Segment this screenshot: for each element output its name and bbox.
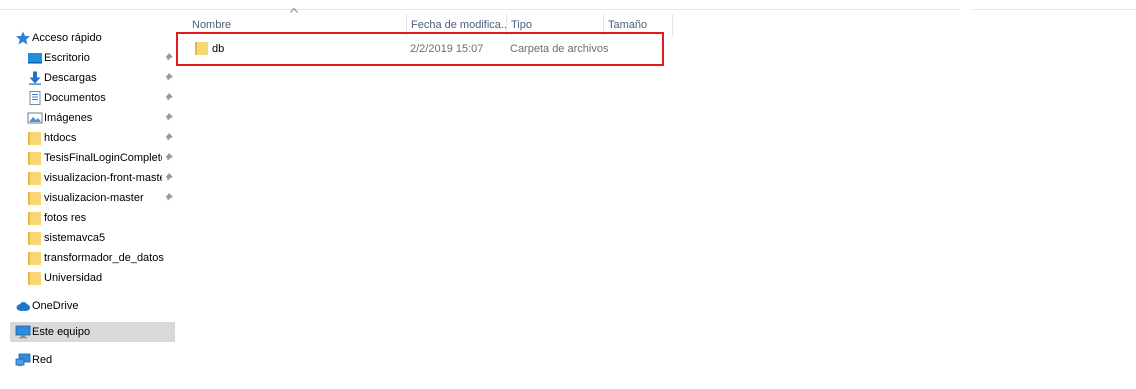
file-type: Carpeta de archivos bbox=[510, 43, 609, 55]
pin-icon[interactable] bbox=[162, 92, 174, 104]
nav-item-documentos[interactable]: Documentos bbox=[10, 88, 175, 108]
folder-icon bbox=[195, 42, 208, 55]
nav-network-label: Red bbox=[32, 354, 53, 366]
star-icon bbox=[16, 31, 30, 45]
nav-item-sistemavca5[interactable]: sistemavca5 bbox=[10, 228, 175, 248]
nav-onedrive-label: OneDrive bbox=[32, 300, 79, 312]
nav-item-label: TesisFinalLoginComplete bbox=[44, 152, 162, 164]
column-divider[interactable] bbox=[672, 14, 673, 36]
column-header-size[interactable]: Tamaño bbox=[604, 17, 672, 33]
desktop-icon bbox=[28, 53, 42, 64]
nav-item-label: fotos res bbox=[44, 212, 87, 224]
column-header-name[interactable]: Nombre bbox=[188, 17, 406, 33]
nav-quick-access[interactable]: Acceso rápido bbox=[10, 28, 175, 48]
nav-item-label: transformador_de_datos bbox=[44, 252, 164, 264]
nav-item-universidad[interactable]: Universidad bbox=[10, 268, 175, 288]
folder-icon bbox=[28, 212, 41, 225]
file-modified: 2/2/2019 15:07 bbox=[410, 43, 484, 55]
computer-icon bbox=[15, 325, 31, 339]
pin-icon[interactable] bbox=[162, 112, 174, 124]
nav-item-label: Documentos bbox=[44, 92, 106, 104]
nav-item-htdocs[interactable]: htdocs bbox=[10, 128, 175, 148]
documents-icon bbox=[29, 91, 41, 105]
nav-item-label: htdocs bbox=[44, 132, 77, 144]
cloud-icon bbox=[16, 302, 30, 311]
nav-quick-access-label: Acceso rápido bbox=[32, 32, 102, 44]
folder-icon bbox=[28, 252, 41, 265]
folder-icon bbox=[28, 132, 41, 145]
folder-icon bbox=[28, 232, 41, 245]
navigation-pane: Acceso rápido Escritorio Descargas Docum… bbox=[0, 0, 176, 389]
pin-icon[interactable] bbox=[162, 132, 174, 144]
pictures-icon bbox=[27, 112, 43, 124]
nav-item-descargas[interactable]: Descargas bbox=[10, 68, 175, 88]
nav-item-label: visualizacion-front-master bbox=[44, 172, 162, 184]
file-row[interactable]: db 2/2/2019 15:07 Carpeta de archivos bbox=[188, 38, 658, 58]
nav-item-tesis[interactable]: TesisFinalLoginComplete bbox=[10, 148, 175, 168]
nav-item-label: Escritorio bbox=[44, 52, 90, 64]
pin-icon[interactable] bbox=[162, 172, 174, 184]
nav-item-label: Imágenes bbox=[44, 112, 93, 124]
download-icon bbox=[29, 71, 41, 85]
pin-icon[interactable] bbox=[162, 192, 174, 204]
nav-item-imagenes[interactable]: Imágenes bbox=[10, 108, 175, 128]
pin-icon[interactable] bbox=[162, 152, 174, 164]
folder-icon bbox=[28, 152, 41, 165]
nav-item-label: visualizacion-master bbox=[44, 192, 144, 204]
column-header-type[interactable]: Tipo bbox=[507, 17, 603, 33]
nav-onedrive[interactable]: OneDrive bbox=[10, 296, 175, 316]
nav-this-pc-label: Este equipo bbox=[32, 326, 91, 338]
column-header-modified[interactable]: Fecha de modifica... bbox=[407, 17, 506, 33]
nav-network[interactable]: Red bbox=[10, 350, 175, 370]
nav-item-label: Universidad bbox=[44, 272, 103, 284]
nav-item-escritorio[interactable]: Escritorio bbox=[10, 48, 175, 68]
sort-ascending-icon bbox=[290, 7, 298, 13]
nav-item-label: Descargas bbox=[44, 72, 97, 84]
nav-item-visualizacion-master[interactable]: visualizacion-master bbox=[10, 188, 175, 208]
folder-icon bbox=[28, 272, 41, 285]
folder-icon bbox=[28, 192, 41, 205]
nav-this-pc[interactable]: Este equipo bbox=[10, 322, 175, 342]
nav-item-fotos-res[interactable]: fotos res bbox=[10, 208, 175, 228]
nav-item-transformador[interactable]: transformador_de_datos bbox=[10, 248, 175, 268]
pin-icon[interactable] bbox=[162, 72, 174, 84]
file-name: db bbox=[212, 43, 225, 55]
search-divider bbox=[972, 9, 1136, 10]
network-icon bbox=[15, 353, 31, 367]
folder-icon bbox=[28, 172, 41, 185]
pin-icon[interactable] bbox=[162, 52, 174, 64]
nav-item-visualizacion-front[interactable]: visualizacion-front-master bbox=[10, 168, 175, 188]
nav-item-label: sistemavca5 bbox=[44, 232, 106, 244]
